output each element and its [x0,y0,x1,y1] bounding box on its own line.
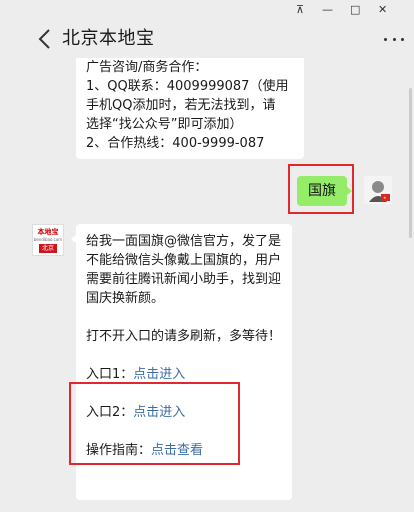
message-line: 广告咨询/商务合作： [86,60,208,75]
message-paragraph: 给我一面国旗@微信官方，发了是不能给微信头像戴上国旗的，用户需要前往腾讯新闻小助… [86,234,282,306]
entry-label: 入口1： [86,367,134,382]
minimize-icon[interactable]: — [322,4,333,16]
more-options-icon[interactable] [384,30,404,48]
user-avatar[interactable]: ★ [364,176,392,204]
scrollbar[interactable] [409,88,412,238]
pin-icon[interactable]: ⊼ [296,4,304,16]
message-line: 选择“找公众号”即可添加） [86,117,243,132]
svg-text:★: ★ [383,195,387,200]
back-arrow-icon[interactable] [34,26,56,52]
message-line: 2、合作热线：400-9999-087 [86,136,265,151]
avatar-city-badge: 北京 [39,244,57,253]
close-icon[interactable]: ✕ [378,4,387,16]
avatar-domain-text: bendibao.com [33,237,63,242]
chat-area[interactable]: 广告咨询/商务合作： 1、QQ联系：4009999087（使用 手机QQ添加时，… [0,58,414,512]
avatar-logo-text: 本地宝 [37,228,59,236]
entry-1-link[interactable]: 点击进入 [133,367,185,382]
message-line: 手机QQ添加时，若无法找到，请 [86,98,276,113]
message-bubble-ad: 广告咨询/商务合作： 1、QQ联系：4009999087（使用 手机QQ添加时，… [76,58,304,159]
message-paragraph: 打不开入口的请多刷新，多等待！ [86,329,282,344]
window-titlebar: ⊼ — □ ✕ [0,0,414,22]
maximize-icon[interactable]: □ [350,4,360,16]
chat-header: 北京本地宝 [0,22,414,58]
highlight-box [69,382,240,465]
user-message-bubble: 国旗 [297,176,352,206]
chat-title: 北京本地宝 [62,28,155,49]
message-line: 1、QQ联系：4009999087（使用 [86,79,289,94]
bot-avatar[interactable]: 本地宝 bendibao.com 北京 [32,224,64,256]
